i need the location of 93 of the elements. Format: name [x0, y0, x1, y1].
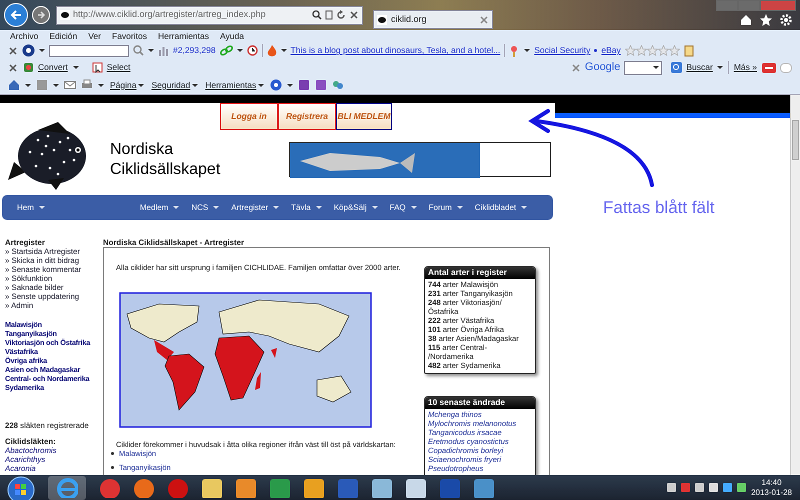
nav-link[interactable]: Forum: [428, 202, 463, 214]
box-title: 10 senaste ändrade: [425, 396, 535, 409]
menu-item[interactable]: Favoritos: [112, 30, 147, 42]
toolbar-link[interactable]: Social Security: [534, 44, 590, 57]
search-button[interactable]: Buscar: [670, 60, 724, 75]
convert-button[interactable]: Convert: [22, 60, 69, 75]
search-icon: [671, 62, 682, 73]
menu-item[interactable]: Archivo: [10, 30, 38, 42]
command-menu[interactable]: Página: [109, 78, 146, 92]
menu-item[interactable]: Ayuda: [220, 30, 244, 42]
caret-icon: [273, 206, 280, 209]
close-icon[interactable]: [8, 62, 18, 72]
auth-button[interactable]: Logga in: [220, 103, 278, 130]
caret-icon: [173, 206, 180, 209]
star-icon: [668, 45, 680, 56]
star-icon: [624, 45, 636, 56]
nav-link[interactable]: Hem: [17, 202, 45, 214]
app-icon[interactable]: [268, 478, 290, 498]
search-field[interactable]: [49, 44, 129, 56]
nav-link[interactable]: Medlem: [140, 202, 180, 214]
app-icon[interactable]: [132, 478, 154, 498]
news-link[interactable]: This is a blog post about dinosaurs, Tesla, and a hotel...: [290, 44, 500, 57]
auth-button[interactable]: Registrera: [278, 103, 336, 130]
document-icon[interactable]: [325, 10, 333, 20]
app-icon[interactable]: [200, 478, 222, 498]
nav-link[interactable]: Tävla: [291, 202, 322, 214]
command-menu[interactable]: Seguridad: [150, 78, 200, 92]
caret-icon: [38, 206, 45, 209]
browser-tab[interactable]: ciklid.org: [373, 10, 493, 29]
toolbar-link[interactable]: eBay: [601, 44, 621, 57]
nav-link[interactable]: Köp&Sälj: [334, 202, 378, 214]
box-title: Antal arter i register: [425, 267, 535, 279]
scrollbar[interactable]: [790, 95, 800, 475]
star-icon: [658, 45, 669, 56]
clock-date[interactable]: 2013-01-28: [751, 488, 792, 498]
visitor-counter[interactable]: #2,293,298: [173, 44, 216, 57]
back-button[interactable]: [4, 3, 28, 27]
close-icon[interactable]: [570, 62, 581, 72]
select-button[interactable]: Select: [90, 60, 132, 75]
address-bar[interactable]: http://www.ciklid.org/artregister/artreg_index.php: [56, 6, 363, 24]
fish-icon: [377, 14, 387, 24]
menu-item[interactable]: Herramientas: [158, 30, 209, 42]
settings-icon[interactable]: [780, 14, 792, 26]
clock-time[interactable]: 14:40: [751, 478, 792, 488]
app-icon[interactable]: [302, 478, 324, 498]
arrow-icon: [10, 10, 22, 20]
more-button[interactable]: Más »: [732, 60, 758, 75]
app-icon[interactable]: [404, 478, 426, 498]
nav-link[interactable]: FAQ: [390, 202, 417, 214]
close-icon[interactable]: [349, 10, 359, 20]
menu-item[interactable]: Ver: [88, 30, 101, 42]
chain-link-icon[interactable]: [220, 45, 233, 56]
app-icon[interactable]: [234, 478, 256, 498]
refresh-icon[interactable]: [336, 10, 346, 20]
fish-icon: [60, 10, 70, 20]
app-icon[interactable]: [370, 478, 392, 498]
caret-icon: [410, 206, 417, 209]
star-icon: [646, 45, 658, 56]
caret-icon: [213, 206, 220, 209]
star-icon[interactable]: [760, 14, 772, 26]
nav-link[interactable]: NCS: [191, 202, 220, 214]
search-icon[interactable]: [312, 10, 322, 20]
clock-icon[interactable]: [246, 45, 258, 56]
star-icon: [636, 45, 647, 56]
start-button[interactable]: [6, 476, 36, 500]
site-title: Nordiska Ciklidsällskapet: [110, 140, 222, 180]
cursor-icon: [92, 62, 103, 73]
arrow-icon: [36, 11, 46, 19]
forward-button[interactable]: [32, 6, 50, 24]
menu-item[interactable]: Edición: [49, 30, 78, 42]
star-rating[interactable]: [624, 45, 680, 56]
home-icon[interactable]: [8, 79, 20, 91]
search-engine-label: Google: [584, 60, 620, 76]
caret-icon: [316, 206, 322, 209]
notepad-icon[interactable]: [684, 44, 694, 56]
browser-icon[interactable]: [56, 478, 78, 498]
mail-icon[interactable]: [64, 79, 76, 91]
auth-button[interactable]: BLI MEDLEM: [336, 103, 392, 130]
home-icon[interactable]: [740, 14, 752, 26]
caret-icon: [372, 206, 378, 209]
close-icon[interactable]: [479, 14, 489, 24]
search-field[interactable]: [624, 60, 662, 74]
close-icon[interactable]: [8, 46, 18, 56]
nav-link[interactable]: Ciklidbladet: [474, 202, 528, 214]
annotation-text: Fattas blått fält: [603, 197, 716, 219]
caret-icon: [521, 206, 528, 209]
flame-icon[interactable]: [266, 44, 277, 56]
people-icon[interactable]: [332, 79, 344, 91]
app-icon[interactable]: [472, 478, 494, 498]
command-menu[interactable]: Herramientas: [204, 78, 266, 92]
printer-icon[interactable]: [81, 79, 93, 91]
caret-icon: [456, 206, 463, 209]
nav-link[interactable]: Artregister: [231, 202, 280, 214]
